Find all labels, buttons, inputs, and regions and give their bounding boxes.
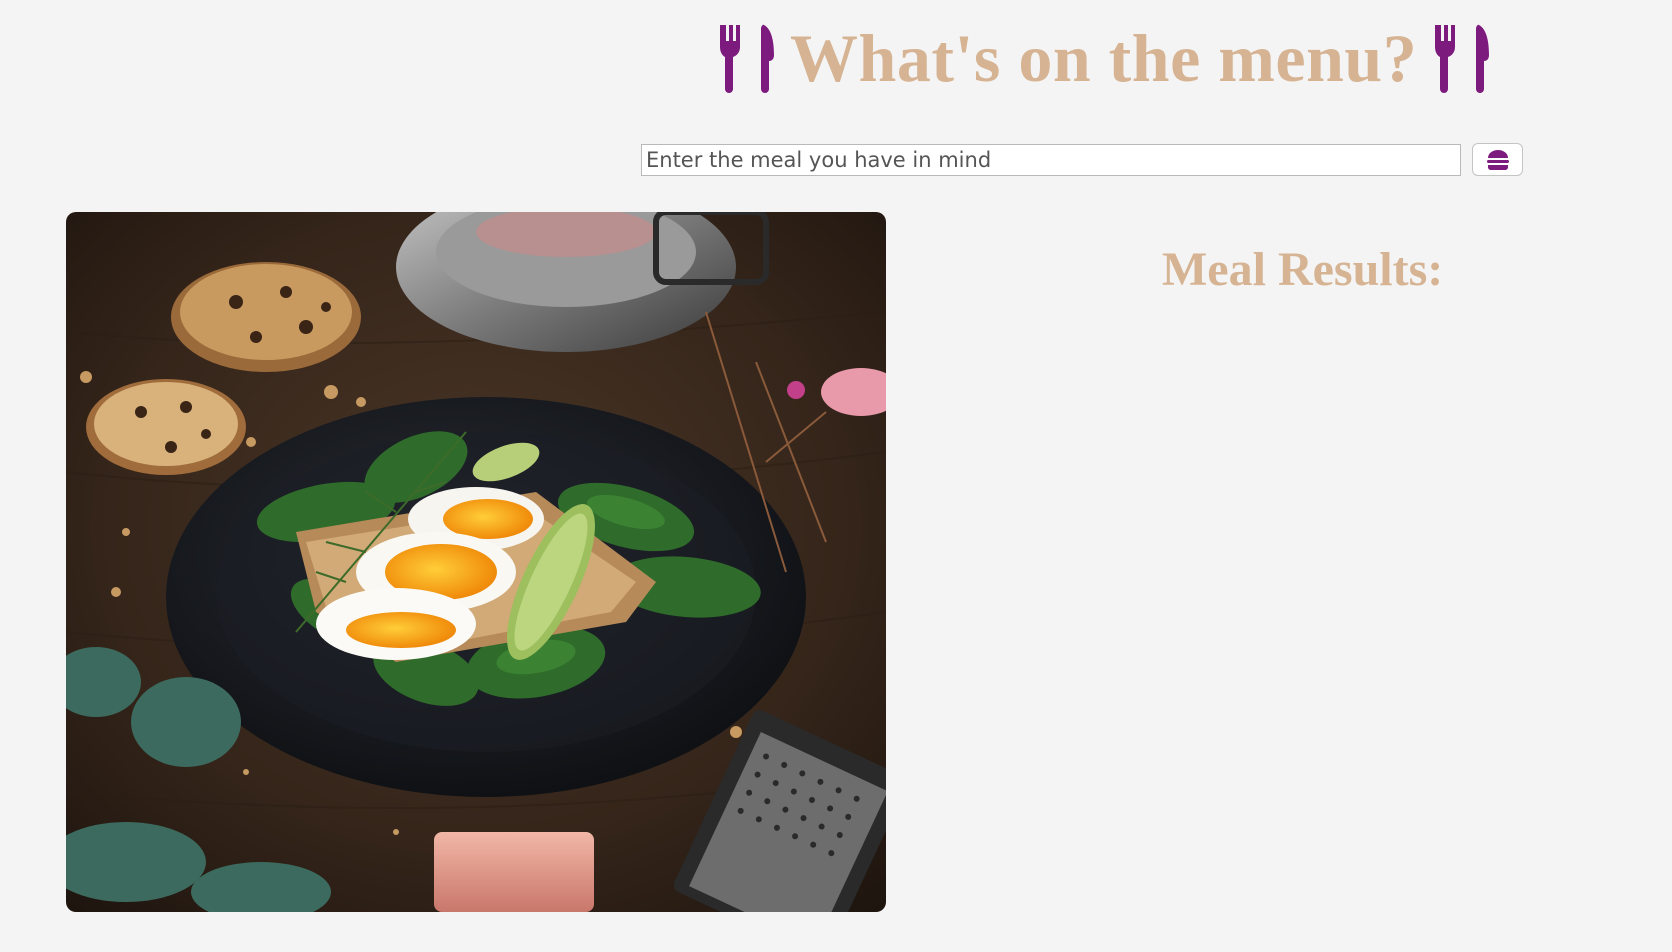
search-bar [641, 143, 1523, 176]
search-button[interactable] [1472, 143, 1523, 176]
results-heading: Meal Results: [1162, 243, 1444, 296]
food-photo [66, 212, 886, 912]
hamburger-icon [1486, 149, 1509, 170]
hero-image [66, 212, 886, 912]
page-title: What's on the menu? [790, 19, 1418, 96]
utensils-icon [1435, 24, 1490, 93]
search-input[interactable] [641, 143, 1461, 176]
page: What's on the menu? Enter the meal you h… [0, 0, 1672, 952]
header: What's on the menu? [720, 18, 1490, 98]
utensils-icon [720, 24, 774, 93]
